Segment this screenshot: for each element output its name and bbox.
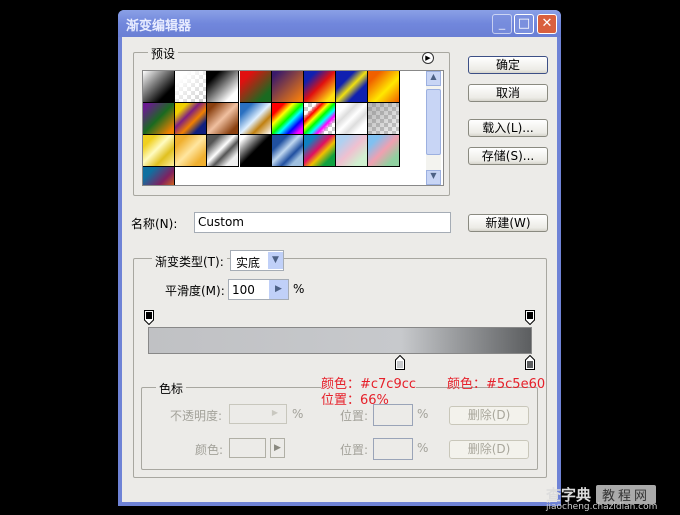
- presets-menu-arrow-icon[interactable]: ▶: [422, 52, 434, 64]
- preset-swatch[interactable]: [239, 135, 272, 167]
- load-button[interactable]: 载入(L)...: [468, 119, 548, 137]
- annotation-stop2-color: 颜色：#5c5e60: [447, 377, 546, 392]
- color-swatch[interactable]: [229, 438, 266, 458]
- preset-swatch[interactable]: [175, 103, 208, 135]
- smoothness-label: 平滑度(M):: [165, 284, 225, 298]
- color-position-unit: %: [417, 441, 429, 455]
- preset-swatch[interactable]: [175, 71, 208, 103]
- color-menu-arrow-icon[interactable]: ▶: [270, 438, 285, 458]
- preset-swatch[interactable]: [207, 71, 240, 103]
- preset-swatch[interactable]: [175, 135, 208, 167]
- scroll-down-icon[interactable]: ▼: [426, 170, 441, 185]
- preset-swatch[interactable]: [143, 135, 175, 167]
- presets-grid: [142, 70, 444, 186]
- delete-opacity-stop-button[interactable]: 删除(D): [449, 406, 529, 425]
- preset-swatch[interactable]: [368, 135, 401, 167]
- presets-scrollbar[interactable]: ▲ ▼: [426, 71, 441, 185]
- color-label: 颜色:: [195, 443, 224, 457]
- preset-swatch[interactable]: [239, 71, 272, 103]
- new-button[interactable]: 新建(W): [468, 214, 548, 232]
- gradient-type-select[interactable]: 实底 ▼: [230, 250, 284, 271]
- preset-swatch[interactable]: [271, 71, 304, 103]
- gradient-type-value: 实底: [236, 256, 261, 270]
- name-input[interactable]: Custom: [194, 212, 451, 233]
- maximize-button[interactable]: □: [514, 14, 534, 34]
- ok-button[interactable]: 确定: [468, 56, 548, 74]
- preset-swatch[interactable]: [336, 71, 369, 103]
- color-position-label: 位置:: [340, 443, 369, 457]
- preset-swatch[interactable]: [304, 71, 336, 103]
- preset-swatch[interactable]: [207, 103, 240, 135]
- gradient-bar[interactable]: [148, 327, 532, 354]
- stops-group-label: 色标: [156, 380, 187, 397]
- minimize-button[interactable]: _: [492, 14, 512, 34]
- opacity-unit: %: [292, 407, 304, 421]
- preset-swatch[interactable]: [239, 103, 272, 135]
- preset-swatch[interactable]: [207, 135, 240, 167]
- name-label: 名称(N):: [131, 217, 178, 231]
- presets-label: 预设: [148, 45, 179, 62]
- dialog-body: 预设 ▶ ▲ ▼ 确定 取消 载入(L)... 存储(S)... 名称(N): …: [122, 37, 557, 502]
- opacity-position-label: 位置:: [340, 409, 369, 423]
- save-button[interactable]: 存储(S)...: [468, 147, 548, 165]
- opacity-position-input[interactable]: [373, 404, 413, 426]
- color-stop-100[interactable]: [525, 354, 535, 370]
- opacity-arrow-icon: ▶: [271, 408, 278, 417]
- preset-swatch[interactable]: [143, 167, 175, 185]
- opacity-position-unit: %: [417, 407, 429, 421]
- watermark-url: jiaocheng.chazidian.com: [546, 502, 658, 512]
- opacity-stop-left[interactable]: [144, 310, 154, 326]
- preset-swatch[interactable]: [271, 135, 304, 167]
- cancel-button[interactable]: 取消: [468, 84, 548, 102]
- smoothness-unit: %: [293, 282, 305, 296]
- smoothness-value: 100: [232, 283, 255, 297]
- title-bar[interactable]: 渐变编辑器 _ □ ✕: [118, 10, 561, 37]
- scroll-thumb[interactable]: [426, 89, 441, 155]
- preset-swatch[interactable]: [143, 103, 175, 135]
- gradient-editor-window: 渐变编辑器 _ □ ✕ 预设 ▶ ▲ ▼ 确定 取消 载入(L)... 存储(S…: [118, 10, 561, 506]
- preset-swatch[interactable]: [336, 103, 369, 135]
- preset-swatch[interactable]: [304, 103, 336, 135]
- color-stop-66[interactable]: [395, 354, 405, 370]
- color-position-input[interactable]: [373, 438, 413, 460]
- close-button[interactable]: ✕: [537, 14, 557, 34]
- preset-swatch[interactable]: [368, 71, 401, 103]
- opacity-label: 不透明度:: [170, 409, 223, 423]
- opacity-input[interactable]: ▶: [229, 404, 287, 424]
- preset-swatch[interactable]: [368, 103, 401, 135]
- opacity-stop-right[interactable]: [525, 310, 535, 326]
- gradient-type-label: 渐变类型(T):: [152, 253, 227, 270]
- smoothness-slider-arrow-icon[interactable]: ▶: [269, 280, 288, 299]
- delete-color-stop-button[interactable]: 删除(D): [449, 440, 529, 459]
- preset-swatch[interactable]: [336, 135, 369, 167]
- watermark: 查字典 教程网 jiaocheng.chazidian.com: [546, 484, 680, 514]
- window-title: 渐变编辑器: [126, 19, 192, 34]
- smoothness-input[interactable]: 100 ▶: [228, 279, 289, 300]
- scroll-up-icon[interactable]: ▲: [426, 71, 441, 86]
- preset-swatch[interactable]: [143, 71, 175, 103]
- preset-swatch[interactable]: [304, 135, 336, 167]
- chevron-down-icon[interactable]: ▼: [268, 252, 283, 269]
- preset-swatch[interactable]: [271, 103, 304, 135]
